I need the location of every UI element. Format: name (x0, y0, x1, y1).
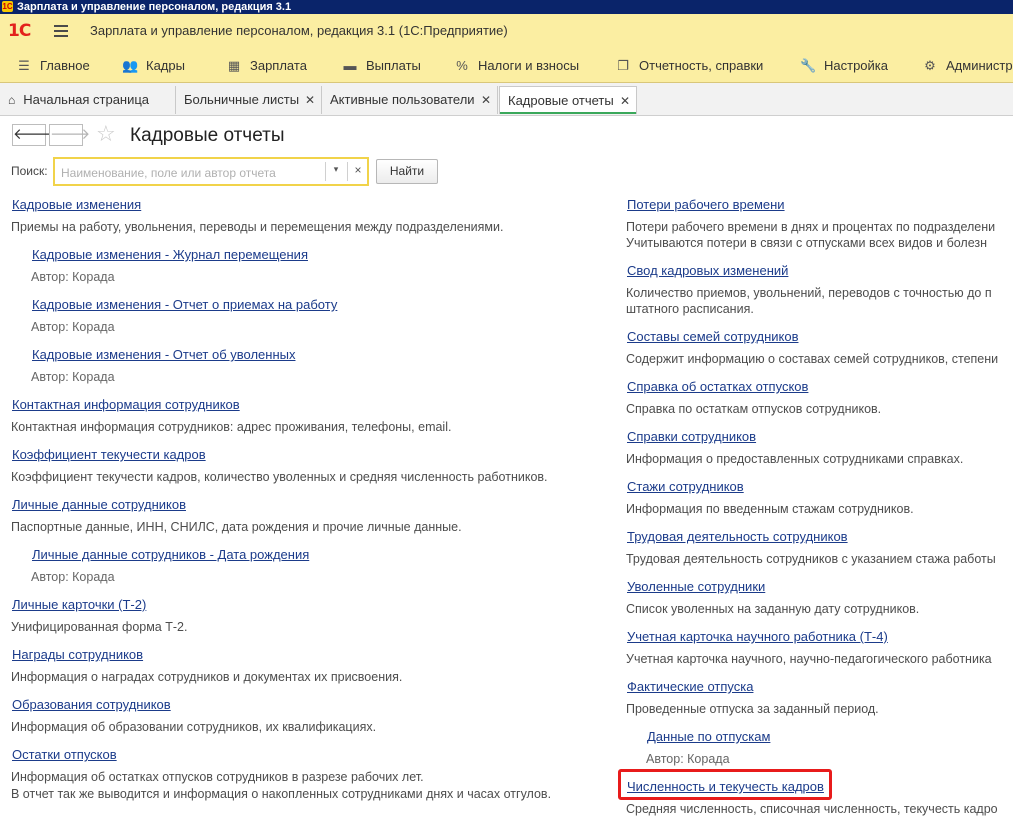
tab-home[interactable]: ⌂ Начальная страница (0, 86, 176, 114)
section-administration[interactable]: ⚙Администрирование (922, 49, 1013, 82)
report-description: штатного расписания. (626, 302, 754, 316)
report-description: Информация об остатках отпусков сотрудни… (11, 770, 424, 784)
window-title-bar: 1С Зарплата и управление персоналом, реда… (0, 0, 1013, 14)
report-link-headcount-turnover[interactable]: Численность и текучесть кадров (627, 779, 824, 794)
close-icon[interactable]: ✕ (620, 87, 630, 115)
report-author: Автор: Корада (31, 270, 115, 284)
section-taxes[interactable]: % Налоги и взносы (454, 49, 579, 82)
report-link-transfer-journal[interactable]: Кадровые изменения - Журнал перемещения (32, 247, 308, 262)
report-link-dismissed-employees[interactable]: Уволенные сотрудники (627, 579, 765, 594)
tab-active-users[interactable]: Активные пользователи ✕ (322, 86, 498, 114)
report-link-education[interactable]: Образования сотрудников (12, 697, 171, 712)
page-title: Кадровые отчеты (130, 125, 285, 146)
section-main[interactable]: ☰ Главное (16, 49, 90, 82)
report-link-t4-card[interactable]: Учетная карточка научного работника (Т-4… (627, 629, 888, 644)
logo-1c: 1С (8, 21, 31, 41)
report-description: Паспортные данные, ИНН, СНИЛС, дата рожд… (11, 520, 462, 534)
report-author: Автор: Корада (31, 570, 115, 584)
dropdown-icon[interactable]: ▾ (329, 164, 343, 175)
clear-icon[interactable]: × (350, 163, 366, 177)
close-icon[interactable]: ✕ (481, 86, 491, 114)
report-author: Автор: Корада (31, 370, 115, 384)
report-link-changes-summary[interactable]: Свод кадровых изменений (627, 263, 788, 278)
people-icon: 👥 (122, 58, 139, 73)
report-link-families[interactable]: Составы семей сотрудников (627, 329, 798, 344)
report-description: Информация о предоставленных сотрудникам… (626, 452, 964, 466)
report-description: Список уволенных на заданную дату сотруд… (626, 602, 920, 616)
wrench-icon: 🔧 (800, 58, 817, 73)
report-link-actual-vacations[interactable]: Фактические отпуска (627, 679, 753, 694)
report-link-personal-data[interactable]: Личные данные сотрудников (12, 497, 186, 512)
report-link-vacation-data[interactable]: Данные по отпускам (647, 729, 770, 744)
gear-icon: ⚙ (924, 58, 936, 73)
app-title: Зарплата и управление персоналом, редакц… (90, 23, 508, 38)
report-link-vacation-balances[interactable]: Остатки отпусков (12, 747, 117, 762)
report-description: Количество приемов, увольнений, переводо… (626, 286, 992, 300)
window-title: Зарплата и управление персоналом, редакц… (17, 1, 292, 13)
tab-sick-leaves[interactable]: Больничные листы ✕ (176, 86, 322, 114)
report-description: В отчет так же выводится и информация о … (11, 787, 552, 801)
report-author: Автор: Корада (646, 752, 730, 766)
tab-hr-reports[interactable]: Кадровые отчеты ✕ (499, 86, 637, 114)
section-settings[interactable]: 🔧 Настройка (800, 49, 888, 82)
section-personnel[interactable]: 👥 Кадры (122, 49, 185, 82)
report-description: Учетная карточка научного, научно-педаго… (626, 652, 992, 666)
report-link-work-history[interactable]: Трудовая деятельность сотрудников (627, 529, 848, 544)
close-icon[interactable]: ✕ (305, 86, 315, 114)
report-link-awards[interactable]: Награды сотрудников (12, 647, 143, 662)
report-link-hiring[interactable]: Кадровые изменения - Отчет о приемах на … (32, 297, 337, 312)
report-description: Контактная информация сотрудников: адрес… (11, 420, 452, 434)
report-author: Автор: Корада (31, 320, 115, 334)
favorite-star-icon[interactable]: ☆ (96, 121, 116, 147)
section-payments[interactable]: ▬ Выплаты (342, 49, 421, 82)
report-description: Информация об образовании сотрудников, и… (11, 720, 377, 734)
arrow-right-icon: 🡒 (50, 126, 91, 143)
report-link-certificates[interactable]: Справки сотрудников (627, 429, 756, 444)
report-link-lost-time[interactable]: Потери рабочего времени (627, 197, 785, 212)
section-salary[interactable]: ▦ Зарплата (226, 49, 307, 82)
home-icon: ⌂ (8, 93, 16, 107)
section-reports[interactable]: ❐ Отчетность, справки (615, 49, 763, 82)
report-link-seniority[interactable]: Стажи сотрудников (627, 479, 744, 494)
report-description: Средняя численность, списочная численнос… (626, 802, 998, 816)
report-link-turnover-rate[interactable]: Коэффициент текучести кадров (12, 447, 206, 462)
app-icon: 1С (2, 1, 13, 12)
app-header: 1С Зарплата и управление персоналом, ред… (0, 14, 1013, 50)
sections-panel: ☰ Главное 👥 Кадры ▦ Зарплата ▬ Выплаты % Нало… (0, 49, 1013, 83)
report-link-contacts[interactable]: Контактная информация сотрудников (12, 397, 240, 412)
report-link-dismissed[interactable]: Кадровые изменения - Отчет об уволенных (32, 347, 296, 362)
back-button[interactable]: 🡐 (12, 124, 53, 146)
forward-button[interactable]: 🡒 (49, 124, 90, 146)
search-label: Поиск: (11, 164, 48, 178)
report-description: Информация по введенным стажам сотрудник… (626, 502, 914, 516)
search-box: ▾ × (53, 157, 369, 186)
percent-icon: % (456, 58, 468, 73)
arrow-left-icon: 🡐 (13, 126, 54, 143)
report-description: Трудовая деятельность сотрудников с указ… (626, 552, 996, 566)
hamburger-icon: ☰ (18, 58, 30, 73)
report-description: Коэффициент текучести кадров, количество… (11, 470, 548, 484)
report-description: Унифицированная форма Т-2. (11, 620, 188, 634)
report-description: Приемы на работу, увольнения, переводы и… (11, 220, 504, 234)
report-link-vacation-balance-certificate[interactable]: Справка об остатках отпусков (627, 379, 808, 394)
find-button[interactable]: Найти (376, 159, 438, 184)
report-description: Учитываются потери в связи с отпусками в… (626, 236, 988, 250)
documents-icon: ❐ (617, 58, 629, 73)
report-description: Содержит информацию о составах семей сот… (626, 352, 999, 366)
search-input[interactable] (59, 163, 325, 182)
report-description: Потери рабочего времени в днях и процент… (626, 220, 996, 234)
wallet-icon: ▬ (343, 58, 357, 73)
report-link-birthdays[interactable]: Личные данные сотрудников - Дата рождени… (32, 547, 309, 562)
report-description: Справка по остаткам отпусков сотрудников… (626, 402, 882, 416)
main-menu-icon[interactable] (54, 25, 68, 37)
calculator-icon: ▦ (227, 58, 241, 73)
report-description: Информация о наградах сотрудников и доку… (11, 670, 403, 684)
report-description: Проведенные отпуска за заданный период. (626, 702, 879, 716)
report-link-t2-cards[interactable]: Личные карточки (Т-2) (12, 597, 146, 612)
open-tabs-bar: ⌂ Начальная страница Больничные листы ✕ Ак… (0, 83, 1013, 116)
report-link-hr-changes[interactable]: Кадровые изменения (12, 197, 141, 212)
